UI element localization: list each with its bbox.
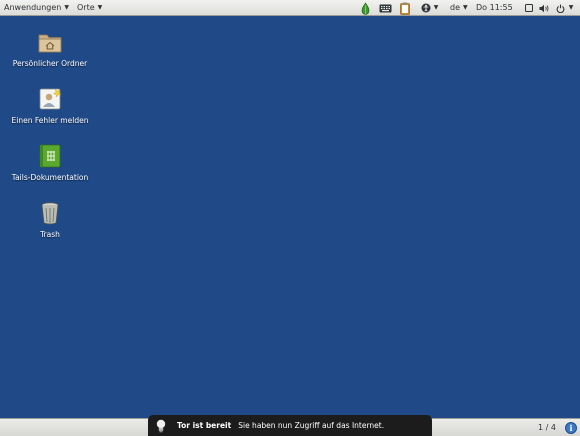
desktop-icon-documentation[interactable]: Tails-Dokumentation <box>6 143 94 182</box>
desktop-icon-home-folder[interactable]: Persönlicher Ordner <box>6 29 94 68</box>
home-folder-icon <box>38 34 62 53</box>
chevron-down-icon: ▼ <box>433 4 439 11</box>
desktop-icon-trash[interactable]: Trash <box>6 200 94 239</box>
trash-icon <box>41 202 59 225</box>
bug-report-icon <box>39 88 62 110</box>
top-panel: Anwendungen ▼ Orte ▼ ▼ de ▼ Do 11:55 ▼ <box>0 0 580 16</box>
chevron-down-icon: ▼ <box>97 4 103 11</box>
desktop-icon-label: Trash <box>40 230 60 239</box>
notification-title: Tor ist bereit <box>177 421 232 430</box>
keyboard-layout-label: de <box>450 3 460 12</box>
message-tray-icon[interactable]: i <box>565 422 577 434</box>
desktop-icon-label: Persönlicher Ordner <box>12 59 88 68</box>
clock[interactable]: Do 11:55 <box>476 0 513 16</box>
workspace-indicator[interactable]: 1 / 4 <box>533 419 561 436</box>
notification-message: Sie haben nun Zugriff auf das Internet. <box>238 421 385 430</box>
chevron-down-icon: ▼ <box>568 4 574 11</box>
desktop-icon-label: Einen Fehler melden <box>11 116 89 125</box>
accessibility-icon[interactable] <box>420 0 432 16</box>
applications-menu-label: Anwendungen <box>4 3 62 12</box>
places-menu-label: Orte <box>77 3 95 12</box>
chevron-down-icon: ▼ <box>64 4 69 11</box>
virtual-keyboard-icon[interactable] <box>377 0 393 16</box>
lightbulb-icon <box>156 419 166 432</box>
volume-icon[interactable] <box>537 0 551 16</box>
places-menu[interactable]: Orte ▼ <box>77 0 102 16</box>
chevron-down-icon: ▼ <box>463 4 468 11</box>
desktop-icon-bug-report[interactable]: Einen Fehler melden <box>6 86 94 125</box>
applications-menu[interactable]: Anwendungen ▼ <box>4 0 69 16</box>
desktop-icon-label: Tails-Dokumentation <box>11 173 89 182</box>
documentation-icon <box>39 144 61 168</box>
tor-notification[interactable]: Tor ist bereit Sie haben nun Zugriff auf… <box>148 415 432 436</box>
window-switcher-icon[interactable] <box>524 0 534 16</box>
power-icon[interactable] <box>555 0 566 16</box>
keyboard-layout-menu[interactable]: de ▼ <box>450 0 468 16</box>
tor-onion-icon[interactable] <box>358 0 372 16</box>
clipboard-icon[interactable] <box>398 0 412 16</box>
